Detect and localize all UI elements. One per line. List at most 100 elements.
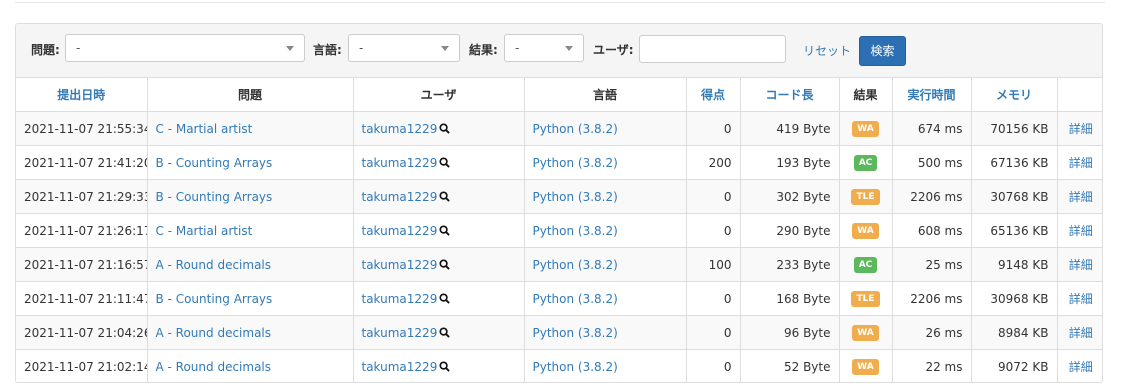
code-size: 193 Byte xyxy=(740,145,840,180)
memory: 9072 KB xyxy=(971,349,1058,382)
language-filter-value: - xyxy=(359,41,364,55)
score: 0 xyxy=(686,213,741,248)
score: 0 xyxy=(686,349,741,382)
header-exec-time[interactable]: 実行時間 xyxy=(892,78,972,112)
search-button[interactable]: 検索 xyxy=(859,36,906,66)
search-icon[interactable] xyxy=(437,122,451,136)
language-link[interactable]: Python (3.8.2) xyxy=(533,326,618,340)
language-link[interactable]: Python (3.8.2) xyxy=(533,292,618,306)
code-size: 419 Byte xyxy=(740,111,840,146)
user-link[interactable]: takuma1229 xyxy=(362,224,438,238)
submission-time: 2021-11-07 21:02:14 xyxy=(16,349,148,382)
filter-bar: 問題: - 言語: - 結果: - ユーザ: リセット 検索 xyxy=(16,24,1102,78)
header-user: ユーザ xyxy=(353,78,525,112)
status-badge: TLE xyxy=(851,189,880,205)
memory: 30968 KB xyxy=(971,281,1058,316)
table-row: 2021-11-07 21:26:17 C - Martial artist tak… xyxy=(16,213,1102,248)
exec-time: 500 ms xyxy=(892,145,972,180)
table-row: 2021-11-07 21:55:34 C - Martial artist tak… xyxy=(16,111,1102,146)
reset-link[interactable]: リセット xyxy=(803,42,851,59)
status-filter-select[interactable]: - xyxy=(504,34,584,62)
chevron-down-icon xyxy=(441,46,449,51)
status-badge: WA xyxy=(852,325,879,341)
score: 200 xyxy=(686,145,741,180)
user-link[interactable]: takuma1229 xyxy=(362,360,438,374)
detail-link[interactable]: 詳細 xyxy=(1069,360,1093,374)
score: 0 xyxy=(686,315,741,350)
language-link[interactable]: Python (3.8.2) xyxy=(533,360,618,374)
detail-link[interactable]: 詳細 xyxy=(1069,224,1093,238)
table-row: 2021-11-07 21:16:57 A - Round decimals tak… xyxy=(16,247,1102,282)
detail-link[interactable]: 詳細 xyxy=(1069,326,1093,340)
detail-link[interactable]: 詳細 xyxy=(1069,292,1093,306)
header-submission-time[interactable]: 提出日時 xyxy=(16,78,148,112)
user-link[interactable]: takuma1229 xyxy=(362,292,438,306)
header-code-size[interactable]: コード長 xyxy=(740,78,840,112)
search-icon[interactable] xyxy=(437,292,451,306)
header-language: 言語 xyxy=(524,78,687,112)
task-link[interactable]: B - Counting Arrays xyxy=(156,190,273,204)
status-badge: WA xyxy=(852,223,879,239)
status-badge: TLE xyxy=(851,291,880,307)
user-link[interactable]: takuma1229 xyxy=(362,156,438,170)
status-badge: AC xyxy=(853,257,878,273)
language-link[interactable]: Python (3.8.2) xyxy=(533,190,618,204)
table-row: 2021-11-07 21:02:14 A - Round decimals tak… xyxy=(16,349,1102,382)
user-link[interactable]: takuma1229 xyxy=(362,326,438,340)
user-link[interactable]: takuma1229 xyxy=(362,122,438,136)
table-header-row: 提出日時 問題 ユーザ 言語 得点 コード長 結果 実行時間 メモリ xyxy=(16,78,1102,112)
language-filter-label: 言語: xyxy=(313,43,342,57)
code-size: 168 Byte xyxy=(740,281,840,316)
exec-time: 2206 ms xyxy=(892,179,972,214)
code-size: 302 Byte xyxy=(740,179,840,214)
score: 100 xyxy=(686,247,741,282)
search-icon[interactable] xyxy=(437,190,451,204)
status-filter-label: 結果: xyxy=(469,43,498,57)
detail-link[interactable]: 詳細 xyxy=(1069,122,1093,136)
code-size: 290 Byte xyxy=(740,213,840,248)
user-link[interactable]: takuma1229 xyxy=(362,258,438,272)
search-icon[interactable] xyxy=(437,258,451,272)
user-link[interactable]: takuma1229 xyxy=(362,190,438,204)
submission-time: 2021-11-07 21:11:47 xyxy=(16,281,148,316)
memory: 67136 KB xyxy=(971,145,1058,180)
detail-link[interactable]: 詳細 xyxy=(1069,258,1093,272)
detail-link[interactable]: 詳細 xyxy=(1069,190,1093,204)
exec-time: 2206 ms xyxy=(892,281,972,316)
search-icon[interactable] xyxy=(437,156,451,170)
memory: 70156 KB xyxy=(971,111,1058,146)
header-memory[interactable]: メモリ xyxy=(971,78,1058,112)
header-status: 結果 xyxy=(839,78,893,112)
task-link[interactable]: B - Counting Arrays xyxy=(156,292,273,306)
header-score[interactable]: 得点 xyxy=(686,78,741,112)
header-task: 問題 xyxy=(147,78,354,112)
task-link[interactable]: A - Round decimals xyxy=(156,258,272,272)
submission-time: 2021-11-07 21:29:33 xyxy=(16,179,148,214)
task-link[interactable]: A - Round decimals xyxy=(156,360,272,374)
header-detail xyxy=(1057,78,1102,112)
task-link[interactable]: C - Martial artist xyxy=(156,224,253,238)
language-link[interactable]: Python (3.8.2) xyxy=(533,156,618,170)
score: 0 xyxy=(686,281,741,316)
language-link[interactable]: Python (3.8.2) xyxy=(533,224,618,238)
exec-time: 25 ms xyxy=(892,247,972,282)
user-filter-input[interactable] xyxy=(639,35,786,63)
status-badge: WA xyxy=(852,121,879,137)
language-link[interactable]: Python (3.8.2) xyxy=(533,258,618,272)
exec-time: 22 ms xyxy=(892,349,972,382)
table-row: 2021-11-07 21:04:26 A - Round decimals tak… xyxy=(16,315,1102,350)
language-filter-select[interactable]: - xyxy=(348,34,460,62)
task-link[interactable]: B - Counting Arrays xyxy=(156,156,273,170)
detail-link[interactable]: 詳細 xyxy=(1069,156,1093,170)
task-link[interactable]: C - Martial artist xyxy=(156,122,253,136)
search-icon[interactable] xyxy=(437,224,451,238)
submission-time: 2021-11-07 21:41:20 xyxy=(16,145,148,180)
language-link[interactable]: Python (3.8.2) xyxy=(533,122,618,136)
search-icon[interactable] xyxy=(437,326,451,340)
search-icon[interactable] xyxy=(437,360,451,374)
submissions-panel: 問題: - 言語: - 結果: - ユーザ: リセット 検索 提出日時 問題 ユ… xyxy=(15,23,1103,383)
table-row: 2021-11-07 21:29:33 B - Counting Arrays ta… xyxy=(16,179,1102,214)
task-link[interactable]: A - Round decimals xyxy=(156,326,272,340)
memory: 65136 KB xyxy=(971,213,1058,248)
task-filter-select[interactable]: - xyxy=(65,34,305,62)
